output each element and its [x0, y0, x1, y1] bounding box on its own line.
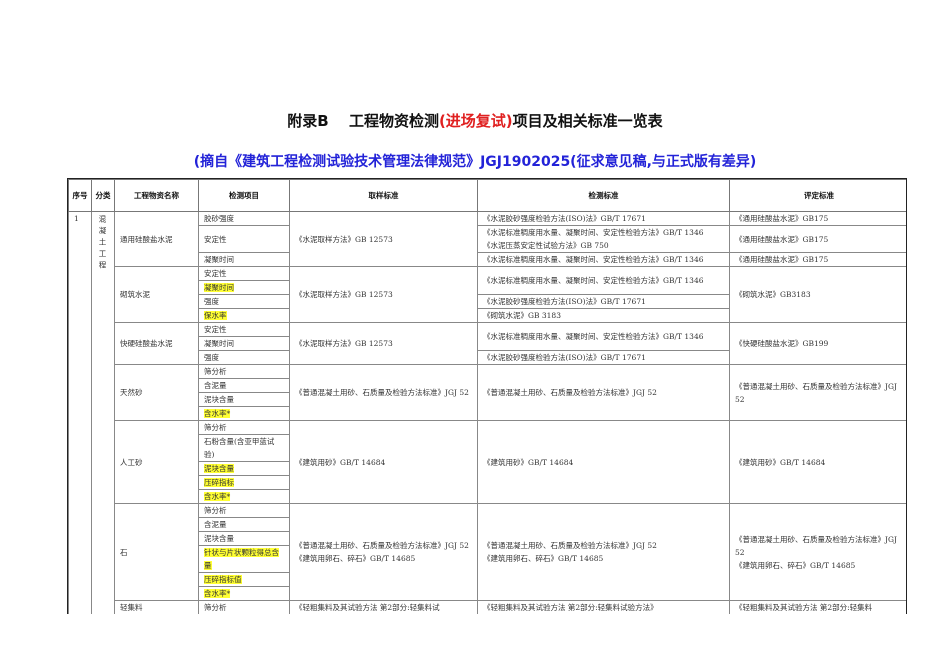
test-item: 含水率*: [198, 489, 290, 504]
test-item: 石粉含量(含亚甲蓝试验): [198, 434, 290, 462]
table-row: 人工砂 筛分析 《建筑用砂》GB/T 14684 《建筑用砂》GB/T 14684 《建…: [69, 420, 906, 504]
test-item: 筛分析: [198, 600, 290, 614]
table-row: 石筛分析 《普通混凝土用砂、石质量及检验方法标准》JGJ 52 《建筑用卵石、碎石…: [69, 503, 906, 601]
test-item: 压碎指标: [198, 475, 290, 490]
evaluation-standard: 《普通混凝土用砂、石质量及检验方法标准》JGJ 52: [729, 364, 906, 421]
title-suffix: 项目及相关标准一览表: [512, 112, 663, 130]
detection-standard: 《砌筑水泥》GB 3183: [477, 308, 730, 323]
highlighted-item-text: 含水率*: [204, 409, 231, 418]
sampling-standard: 《轻粗集料及其试验方法 第2部分:轻集料试: [289, 600, 478, 614]
sampling-standard: 《水泥取样方法》GB 12573: [289, 322, 478, 365]
highlighted-item-text: 含水率*: [204, 492, 231, 501]
sampling-standard: 《建筑用砂》GB/T 14684: [289, 420, 478, 504]
category-cell: 混凝土工程: [91, 211, 115, 614]
material-name: 天然砂: [114, 364, 199, 421]
test-item: 含泥量: [198, 378, 290, 393]
table-row: 快硬硅酸盐水泥 安定性 《水泥取样方法》GB 12573 《水泥标准稠度用水量、凝聚时…: [69, 322, 906, 365]
test-item: 筛分析: [198, 420, 290, 435]
sampling-standard: 《水泥取样方法》GB 12573: [289, 211, 478, 267]
test-item: 凝聚时间: [198, 336, 290, 351]
standards-table-container: 序号 分类 工程物资名称 检测项目 取样标准 检测标准 评定标准 1 混凝土工程通…: [67, 178, 907, 614]
detection-standard: 《建筑用砂》GB/T 14684: [477, 420, 730, 504]
evaluation-standard: 《普通混凝土用砂、石质量及检验方法标准》JGJ 52 《建筑用卵石、碎石》GB/…: [729, 503, 906, 601]
header-name: 工程物资名称: [114, 179, 199, 212]
test-item: 保水率: [198, 308, 290, 323]
test-item: 针状与片状颗粒得总含量: [198, 545, 290, 573]
title-highlight: (进场复试): [438, 112, 513, 130]
highlighted-item-text: 针状与片状颗粒得总含量: [204, 548, 279, 570]
detection-standard: 《轻粗集料及其试验方法 第2部分:轻集料试验方法》: [477, 600, 730, 614]
header-detection: 检测标准: [477, 179, 730, 212]
highlighted-item-text: 凝聚时间: [204, 283, 234, 292]
header-item: 检测项目: [198, 179, 290, 212]
detection-standard: 《水泥胶砂强度检验方法(ISO)法》GB/T 17671: [477, 350, 730, 365]
test-item: 强度: [198, 350, 290, 365]
material-name: 石: [114, 503, 199, 601]
evaluation-standard: 《砌筑水泥》GB3183: [729, 266, 906, 323]
test-item: 筛分析: [198, 364, 290, 379]
detection-standard: 《水泥标准稠度用水量、凝聚时间、安定性检验方法》GB/T 1346: [477, 322, 730, 351]
detection-standard: 《水泥标准稠度用水量、凝聚时间、安定性检验方法》GB/T 1346 《水泥压蒸安…: [477, 225, 730, 253]
table-row: 砌筑水泥 安定性 《水泥取样方法》GB 12573 《水泥标准稠度用水量、凝聚时间、安…: [69, 266, 906, 323]
detection-standard: 《水泥胶砂强度检验方法(ISO)法》GB/T 17671: [477, 211, 730, 226]
table-row: 轻集料 筛分析 《轻粗集料及其试验方法 第2部分:轻集料试 《轻粗集料及其试验方法 第…: [69, 600, 906, 614]
evaluation-standard: 《通用硅酸盐水泥》GB175: [729, 211, 906, 226]
material-name: 砌筑水泥: [114, 266, 199, 323]
page-title: 附录B 工程物资检测(进场复试)项目及相关标准一览表: [0, 110, 950, 131]
test-item: 强度: [198, 294, 290, 309]
title-prefix: 附录B 工程物资检测: [287, 112, 439, 130]
evaluation-standard: 《建筑用砂》GB/T 14684: [729, 420, 906, 504]
header-seq: 序号: [68, 179, 92, 212]
test-item: 安定性: [198, 225, 290, 253]
header-evaluation: 评定标准: [729, 179, 906, 212]
detection-standard: 《普通混凝土用砂、石质量及检验方法标准》JGJ 52: [477, 364, 730, 421]
test-item: 胶砂强度: [198, 211, 290, 226]
detection-standard: 《水泥胶砂强度检验方法(ISO)法》GB/T 17671: [477, 294, 730, 309]
test-item: 含水率*: [198, 406, 290, 421]
table-row: 天然砂 筛分析 《普通混凝土用砂、石质量及检验方法标准》JGJ 52 《普通混凝土用砂…: [69, 364, 906, 421]
material-name: 通用硅酸盐水泥: [114, 211, 199, 267]
sampling-standard: 《水泥取样方法》GB 12573: [289, 266, 478, 323]
test-item: 筛分析: [198, 503, 290, 518]
evaluation-standard: 《通用硅酸盐水泥》GB175: [729, 225, 906, 253]
detection-standard: 《水泥标准稠度用水量、凝聚时间、安定性检验方法》GB/T 1346: [477, 266, 730, 295]
highlighted-item-text: 含水率*: [204, 589, 231, 598]
test-item: 含泥量: [198, 517, 290, 532]
header-category: 分类: [91, 179, 115, 212]
sampling-standard: 《普通混凝土用砂、石质量及检验方法标准》JGJ 52: [289, 364, 478, 421]
evaluation-standard: 《轻粗集料及其试验方法 第2部分:轻集料: [729, 600, 906, 614]
material-name: 人工砂: [114, 420, 199, 504]
sampling-standard: 《普通混凝土用砂、石质量及检验方法标准》JGJ 52 《建筑用卵石、碎石》GB/…: [289, 503, 478, 601]
test-item: 安定性: [198, 266, 290, 281]
test-item: 安定性: [198, 322, 290, 337]
test-item: 含水率*: [198, 586, 290, 601]
highlighted-item-text: 保水率: [204, 311, 227, 320]
test-item: 泥块含量: [198, 392, 290, 407]
test-item: 泥块含量: [198, 531, 290, 546]
header-row: 序号 分类 工程物资名称 检测项目 取样标准 检测标准 评定标准: [68, 179, 906, 212]
material-name: 轻集料: [114, 600, 199, 614]
test-item: 泥块含量: [198, 461, 290, 476]
highlighted-item-text: 压碎指标值: [204, 575, 242, 584]
evaluation-standard: 《快硬硅酸盐水泥》GB199: [729, 322, 906, 365]
detection-standard: 《水泥标准稠度用水量、凝聚时间、安定性检验方法》GB/T 1346: [477, 252, 730, 267]
page-subtitle: (摘自《建筑工程检测试验技术管理法律规范》JGJ1902025(征求意见稿,与正…: [193, 154, 757, 170]
seq-cell: 1: [68, 211, 92, 614]
standards-table: 序号 分类 工程物资名称 检测项目 取样标准 检测标准 评定标准 1 混凝土工程通…: [68, 179, 906, 614]
material-name: 快硬硅酸盐水泥: [114, 322, 199, 365]
header-sampling: 取样标准: [289, 179, 478, 212]
test-item: 凝聚时间: [198, 252, 290, 267]
evaluation-standard: 《通用硅酸盐水泥》GB175: [729, 252, 906, 267]
highlighted-item-text: 压碎指标: [204, 478, 234, 487]
highlighted-item-text: 泥块含量: [204, 464, 234, 473]
test-item: 压碎指标值: [198, 572, 290, 587]
table-row: 1 混凝土工程 通用硅酸盐水泥 胶砂强度 《水泥取样方法》GB 12573 《水泥胶砂强度…: [68, 211, 906, 614]
test-item: 凝聚时间: [198, 280, 290, 295]
detection-standard: 《普通混凝土用砂、石质量及检验方法标准》JGJ 52 《建筑用卵石、碎石》GB/…: [477, 503, 730, 601]
